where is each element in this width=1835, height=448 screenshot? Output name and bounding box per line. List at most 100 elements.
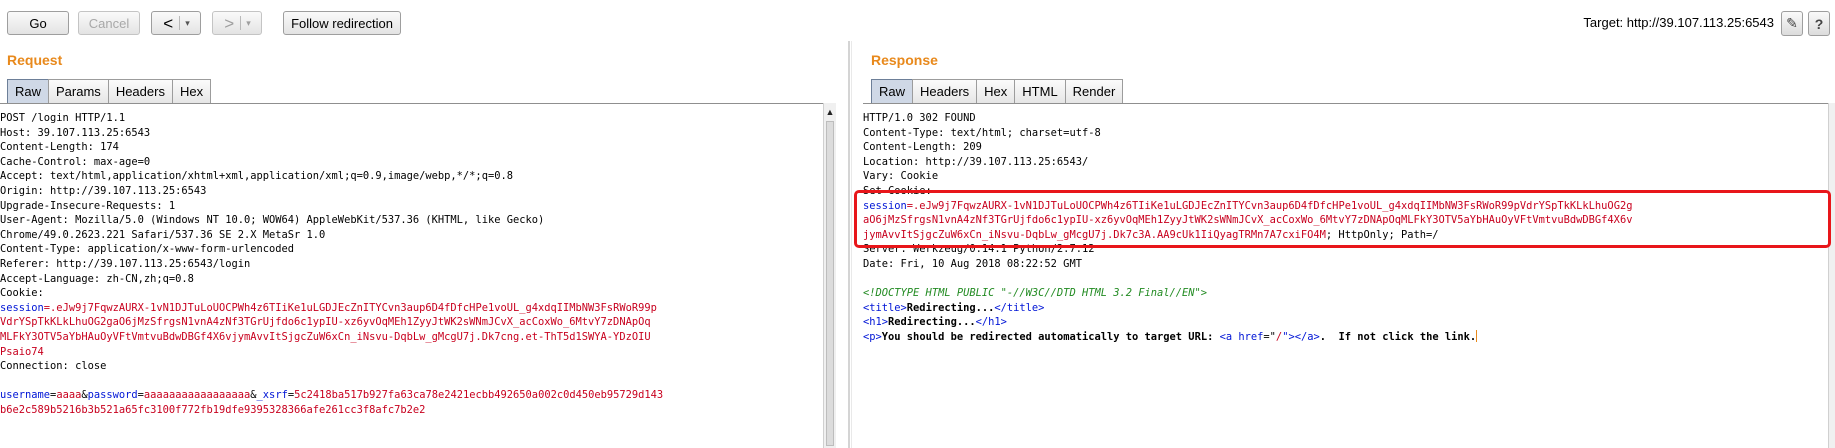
- request-line: POST /login HTTP/1.1: [0, 111, 663, 126]
- request-line: Content-Type: application/x-www-form-url…: [0, 242, 663, 257]
- request-token: _xsrf: [256, 389, 288, 402]
- request-line: User-Agent: Mozilla/5.0 (Windows NT 10.0…: [0, 213, 663, 228]
- request-token: 5c2418ba517b927fa63ca78e2421ecbb492650a0…: [294, 389, 664, 402]
- response-token: You should be redirected automatically t…: [881, 330, 1220, 343]
- back-history-dropdown-icon[interactable]: ▾: [180, 18, 195, 29]
- request-tab-hex[interactable]: Hex: [171, 79, 212, 103]
- request-token: session: [0, 301, 44, 314]
- request-text[interactable]: POST /login HTTP/1.1 Host: 39.107.113.25:…: [0, 111, 663, 417]
- response-tab-raw[interactable]: Raw: [871, 79, 914, 103]
- set-cookie-highlight-box: [854, 190, 1831, 248]
- response-token: Date: Fri, 10 Aug 2018 08:22:52 GMT: [863, 257, 1082, 270]
- request-line: Accept: text/html,application/xhtml+xml,…: [0, 169, 663, 184]
- request-line: b6e2c589b5216b3b521a65fc3100f772fb19dfe9…: [0, 403, 663, 418]
- response-line: Location: http://39.107.113.25:6543/: [863, 155, 1632, 170]
- response-token: <p>: [863, 330, 882, 343]
- help-icon[interactable]: ?: [1808, 11, 1830, 36]
- request-tab-headers[interactable]: Headers: [107, 79, 173, 103]
- request-tab-raw[interactable]: Raw: [7, 79, 50, 103]
- response-line: <!DOCTYPE HTML PUBLIC "-//W3C//DTD HTML …: [863, 286, 1632, 301]
- cancel-button[interactable]: Cancel: [78, 11, 140, 35]
- request-line: MLFkY3OTV5aYbHAuOyVFtVmtvuBdwDBGf4X6vjym…: [0, 330, 663, 345]
- request-token: Upgrade-Insecure-Requests: 1: [0, 199, 176, 212]
- request-line: Referer: http://39.107.113.25:6543/login: [0, 257, 663, 272]
- response-tab-headers[interactable]: Headers: [912, 79, 978, 103]
- request-token: Chrome/49.0.2623.221 Safari/537.36 SE 2.…: [0, 228, 326, 241]
- response-line: HTTP/1.0 302 FOUND: [863, 111, 1632, 126]
- response-token: </h1>: [975, 316, 1007, 329]
- request-line: Chrome/49.0.2623.221 Safari/537.36 SE 2.…: [0, 228, 663, 243]
- request-title: Request: [7, 52, 63, 68]
- request-token: VdrYSpTkKLkLhuOG2gaO6jMzSfrgsN1vnA4zNf3T…: [0, 316, 651, 329]
- request-token: User-Agent: Mozilla/5.0 (Windows NT 10.0…: [0, 214, 545, 227]
- request-line: Cookie:: [0, 286, 663, 301]
- request-line: Psaio74: [0, 345, 663, 360]
- request-token: username: [0, 389, 51, 402]
- response-tab-render[interactable]: Render: [1064, 79, 1124, 103]
- request-tabs: Raw Params Headers Hex: [7, 79, 212, 103]
- response-line: [863, 272, 1632, 287]
- go-label: Go: [29, 15, 47, 31]
- response-tabs: Raw Headers Hex HTML Render: [871, 79, 1124, 103]
- request-token: Cache-Control: max-age=0: [0, 155, 151, 168]
- response-token: Content-Type: text/html; charset=utf-8: [863, 126, 1101, 139]
- back-arrow-icon[interactable]: <: [157, 15, 179, 32]
- target-label: Target: http://39.107.113.25:6543: [1583, 15, 1774, 30]
- go-button[interactable]: Go: [7, 11, 69, 35]
- request-scroll-up-icon[interactable]: ▲: [824, 107, 836, 117]
- response-line: Date: Fri, 10 Aug 2018 08:22:52 GMT: [863, 257, 1632, 272]
- request-token: Host: 39.107.113.25:6543: [0, 126, 151, 139]
- request-line: session=.eJw9j7FqwzAURX-1vN1DJTuLoUOCPWh…: [0, 301, 663, 316]
- follow-redirection-button[interactable]: Follow redirection: [283, 11, 401, 35]
- forward-history-dropdown-icon[interactable]: ▾: [241, 18, 256, 29]
- request-token: Cookie:: [0, 287, 44, 300]
- response-token: Location: http://39.107.113.25:6543/: [863, 155, 1089, 168]
- response-line: <p>You should be redirected automaticall…: [863, 329, 1632, 345]
- response-line: <h1>Redirecting...</h1>: [863, 315, 1632, 330]
- response-tab-html[interactable]: HTML: [1014, 79, 1066, 103]
- response-token: <title>: [863, 301, 907, 314]
- panel-divider-highlight: [851, 41, 852, 448]
- forward-button[interactable]: > ▾: [212, 11, 262, 35]
- response-token: <a: [1219, 330, 1239, 343]
- request-editor[interactable]: POST /login HTTP/1.1 Host: 39.107.113.25:…: [0, 103, 823, 448]
- request-token: password: [87, 389, 138, 402]
- request-scrollbar[interactable]: ▲: [823, 103, 836, 448]
- follow-redirection-label: Follow redirection: [291, 15, 393, 31]
- request-token: Content-Length: 174: [0, 141, 119, 154]
- response-token: ">: [1282, 330, 1295, 343]
- response-editor[interactable]: HTTP/1.0 302 FOUND Content-Type: text/htm…: [863, 103, 1828, 448]
- request-token: Accept: text/html,application/xhtml+xml,…: [0, 170, 513, 183]
- response-line: Vary: Cookie: [863, 169, 1632, 184]
- response-token: Vary: Cookie: [863, 170, 939, 183]
- request-line: username=aaaa&password=aaaaaaaaaaaaaaaaa…: [0, 388, 663, 403]
- response-scrollbar[interactable]: [1828, 103, 1835, 448]
- request-line: Host: 39.107.113.25:6543: [0, 126, 663, 141]
- request-line: Content-Length: 174: [0, 140, 663, 155]
- request-token: Origin: http://39.107.113.25:6543: [0, 184, 207, 197]
- forward-arrow-icon[interactable]: >: [218, 15, 240, 32]
- request-scroll-thumb[interactable]: [826, 121, 834, 446]
- request-token: Connection: close: [0, 360, 107, 373]
- toolbar: Go Cancel < ▾ > ▾ Follow redirection Tar…: [0, 0, 1835, 48]
- response-tab-hex[interactable]: Hex: [976, 79, 1016, 103]
- response-token: Redirecting...: [906, 301, 995, 314]
- request-line: VdrYSpTkKLkLhuOG2gaO6jMzSfrgsN1vnA4zNf3T…: [0, 315, 663, 330]
- response-token: <!DOCTYPE HTML PUBLIC "-//W3C//DTD HTML …: [863, 287, 1208, 300]
- request-token: =.eJw9j7FqwzAURX-1vN1DJTuLoUOCPWh4z6TIiK…: [43, 301, 657, 314]
- response-token: <h1>: [863, 316, 889, 329]
- response-token: =": [1263, 330, 1276, 343]
- edit-target-icon[interactable]: ✎: [1781, 11, 1803, 36]
- back-button[interactable]: < ▾: [151, 11, 201, 35]
- request-tab-params[interactable]: Params: [48, 79, 109, 103]
- panel-divider[interactable]: [848, 41, 850, 448]
- request-line: Cache-Control: max-age=0: [0, 155, 663, 170]
- request-line: Origin: http://39.107.113.25:6543: [0, 184, 663, 199]
- response-token: </title>: [994, 301, 1045, 314]
- response-line: <title>Redirecting...</title>: [863, 301, 1632, 316]
- response-token: HTTP/1.0 302 FOUND: [863, 112, 976, 124]
- text-cursor: [1476, 329, 1478, 342]
- cancel-label: Cancel: [88, 15, 130, 31]
- request-line: [0, 374, 663, 389]
- request-token: POST /login HTTP/1.1: [0, 112, 126, 124]
